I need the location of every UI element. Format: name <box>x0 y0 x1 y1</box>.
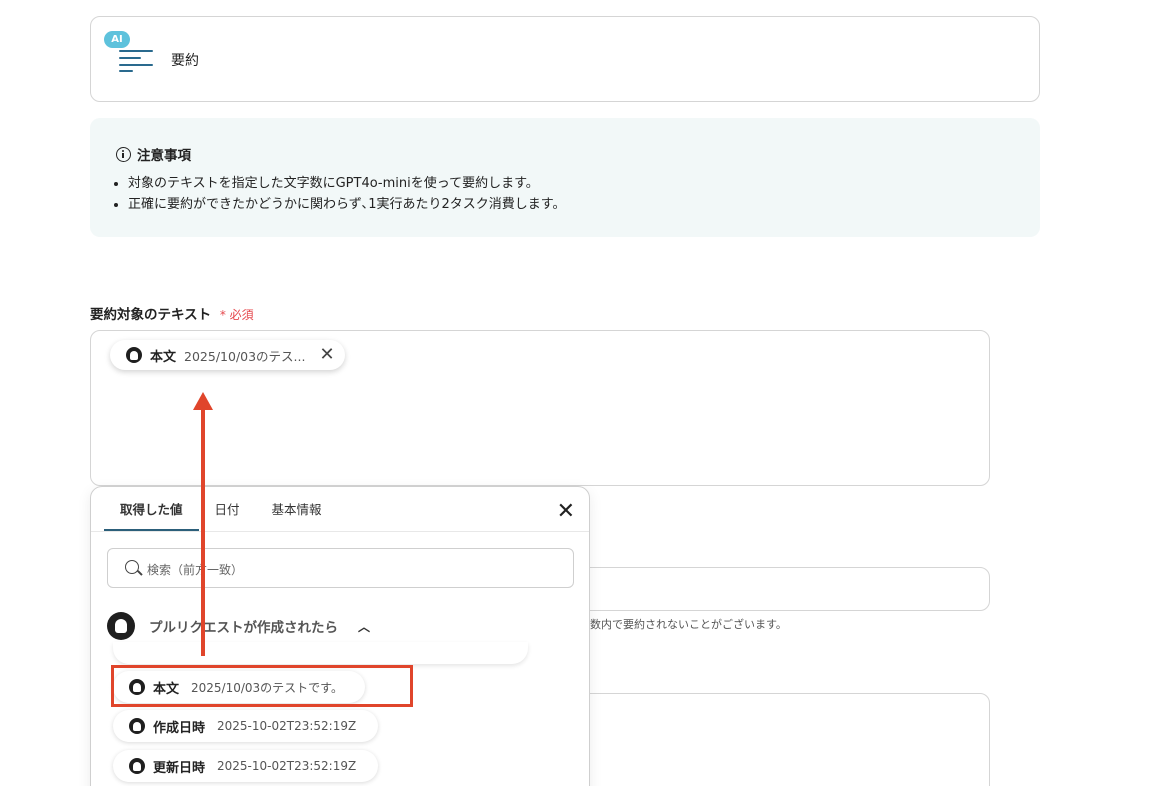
item-value: 2025-10-02T23:52:19Z <box>217 759 357 773</box>
github-icon <box>126 347 142 363</box>
char-count-input[interactable] <box>560 567 990 611</box>
annotation-arrow-head <box>193 392 213 410</box>
search-input[interactable]: 検索（前方一致） <box>107 548 574 588</box>
notice-panel: 注意事項 対象のテキストを指定した文字数にGPT4o-miniを使って要約します… <box>90 118 1040 237</box>
item-value: 2025-10-02T23:52:19Z <box>217 719 357 733</box>
search-icon <box>125 560 139 574</box>
action-title: 要約 <box>171 53 199 69</box>
summary-icon <box>119 50 153 72</box>
field-label-text: 要約対象のテキスト <box>90 307 212 323</box>
tab-acquired-values[interactable]: 取得した値 <box>104 487 199 532</box>
info-icon <box>116 146 131 162</box>
required-text: 必須 <box>229 308 254 322</box>
annotation-arrow-line <box>201 408 205 656</box>
github-icon <box>129 758 145 774</box>
helper-text: 数内で要約されないことがございます。 <box>590 618 787 631</box>
github-icon <box>107 612 135 640</box>
chip-remove-icon[interactable]: ✕ <box>319 346 334 364</box>
required-marker: * 必須 <box>220 308 254 322</box>
ai-badge: AI <box>104 31 130 48</box>
search-placeholder: 検索（前方一致） <box>147 563 244 577</box>
notice-item: 正確に要約ができたかどうかに関わらず､1実行あたり2タスク消費します。 <box>128 194 565 215</box>
list-item[interactable] <box>113 642 528 664</box>
required-asterisk: * <box>219 308 226 322</box>
list-item[interactable]: 更新日時 2025-10-02T23:52:19Z <box>113 750 379 782</box>
value-chip[interactable]: 本文 2025/10/03のテス... ✕ <box>110 340 345 370</box>
output-textarea[interactable] <box>560 693 990 786</box>
chip-value: 2025/10/03のテス... <box>184 348 306 364</box>
close-icon[interactable]: ✕ <box>557 499 575 524</box>
tab-basic-info[interactable]: 基本情報 <box>256 487 338 532</box>
item-key: 更新日時 <box>153 760 206 776</box>
chevron-up-icon: ︿ <box>358 619 371 634</box>
notice-item: 対象のテキストを指定した文字数にGPT4o-miniを使って要約します。 <box>128 173 565 194</box>
trigger-section-header[interactable]: プルリクエストが作成されたら ︿ <box>107 612 370 640</box>
chip-key: 本文 <box>150 349 177 365</box>
notice-list: 対象のテキストを指定した文字数にGPT4o-miniを使って要約します。 正確に… <box>128 173 565 215</box>
tabs-divider <box>91 531 589 532</box>
section-title: プルリクエストが作成されたら <box>149 620 338 636</box>
list-item[interactable]: 作成日時 2025-10-02T23:52:19Z <box>113 710 379 742</box>
tab-date[interactable]: 日付 <box>199 487 256 532</box>
notice-heading: 注意事項 <box>116 144 191 164</box>
notice-heading-text: 注意事項 <box>137 148 191 164</box>
github-icon <box>129 718 145 734</box>
picker-tabs: 取得した値 日付 基本情報 <box>104 487 338 532</box>
item-key: 作成日時 <box>153 720 206 736</box>
value-picker-popup: 取得した値 日付 基本情報 ✕ 検索（前方一致） プルリクエストが作成されたら … <box>90 486 590 786</box>
highlight-box <box>111 665 413 707</box>
action-card[interactable]: AI 要約 <box>90 16 1040 102</box>
field-label: 要約対象のテキスト * 必須 <box>90 303 254 323</box>
